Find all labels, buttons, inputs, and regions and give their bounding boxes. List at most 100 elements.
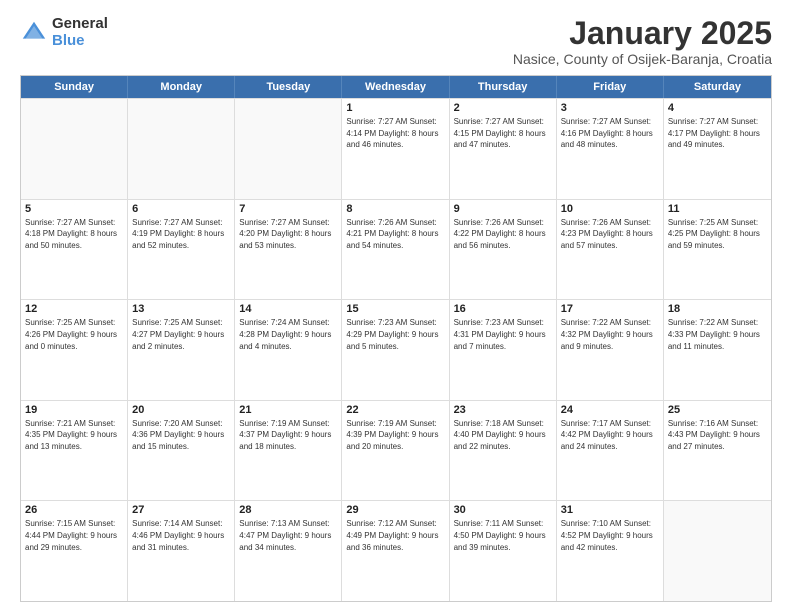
calendar-cell (235, 99, 342, 199)
calendar-cell: 5 Sunrise: 7:27 AM Sunset: 4:18 PM Daylig… (21, 200, 128, 300)
day-number: 25 (668, 404, 767, 416)
day-number: 9 (454, 203, 552, 215)
calendar-cell: 28Sunrise: 7:13 AM Sunset: 4:47 PM Dayli… (235, 501, 342, 601)
calendar-cell: 18 Sunrise: 7:22 AM Sunset: 4:33 PM Dayli… (664, 300, 771, 400)
header-day-thursday: Thursday (450, 76, 557, 98)
calendar-cell: 4 Sunrise: 7:27 AM Sunset: 4:17 PM Daylig… (664, 99, 771, 199)
calendar-cell: 20Sunrise: 7:20 AM Sunset: 4:36 PM Dayli… (128, 401, 235, 501)
day-info: Sunrise: 7:24 AM Sunset: 4:28 PM Dayligh… (239, 317, 337, 352)
day-info: Sunrise: 7:27 AM Sunset: 4:18 PM Dayligh… (25, 217, 123, 252)
day-info: Sunrise: 7:11 AM Sunset: 4:50 PM Dayligh… (454, 518, 552, 553)
calendar-cell: 27 Sunrise: 7:14 AM Sunset: 4:46 PM Dayli… (128, 501, 235, 601)
calendar-cell: 16 Sunrise: 7:23 AM Sunset: 4:31 PM Dayli… (450, 300, 557, 400)
day-info: Sunrise: 7:27 AM Sunset: 4:20 PM Dayligh… (239, 217, 337, 252)
day-info: Sunrise: 7:19 AM Sunset: 4:39 PM Dayligh… (346, 418, 444, 453)
calendar-cell (128, 99, 235, 199)
calendar-cell: 3Sunrise: 7:27 AM Sunset: 4:16 PM Daylig… (557, 99, 664, 199)
calendar-cell: 22Sunrise: 7:19 AM Sunset: 4:39 PM Dayli… (342, 401, 449, 501)
header-day-tuesday: Tuesday (235, 76, 342, 98)
day-number: 10 (561, 203, 659, 215)
day-number: 5 (25, 203, 123, 215)
header-day-monday: Monday (128, 76, 235, 98)
day-number: 21 (239, 404, 337, 416)
logo-text: General Blue (52, 16, 108, 49)
day-info: Sunrise: 7:13 AM Sunset: 4:47 PM Dayligh… (239, 518, 337, 553)
title-block: January 2025 Nasice, County of Osijek-Ba… (513, 16, 772, 67)
calendar-header-row: SundayMondayTuesdayWednesdayThursdayFrid… (21, 76, 771, 98)
calendar-cell: 11 Sunrise: 7:25 AM Sunset: 4:25 PM Dayli… (664, 200, 771, 300)
page: General Blue January 2025 Nasice, County… (0, 0, 792, 612)
day-number: 29 (346, 504, 444, 516)
day-number: 31 (561, 504, 659, 516)
day-number: 17 (561, 303, 659, 315)
calendar-cell: 24 Sunrise: 7:17 AM Sunset: 4:42 PM Dayli… (557, 401, 664, 501)
calendar-cell: 1 Sunrise: 7:27 AM Sunset: 4:14 PM Daylig… (342, 99, 449, 199)
logo-general: General (52, 16, 108, 33)
day-number: 15 (346, 303, 444, 315)
day-info: Sunrise: 7:14 AM Sunset: 4:46 PM Dayligh… (132, 518, 230, 553)
day-info: Sunrise: 7:27 AM Sunset: 4:19 PM Dayligh… (132, 217, 230, 252)
calendar-cell: 19Sunrise: 7:21 AM Sunset: 4:35 PM Dayli… (21, 401, 128, 501)
subtitle: Nasice, County of Osijek-Baranja, Croati… (513, 51, 772, 67)
day-info: Sunrise: 7:12 AM Sunset: 4:49 PM Dayligh… (346, 518, 444, 553)
day-info: Sunrise: 7:18 AM Sunset: 4:40 PM Dayligh… (454, 418, 552, 453)
day-info: Sunrise: 7:22 AM Sunset: 4:33 PM Dayligh… (668, 317, 767, 352)
day-info: Sunrise: 7:19 AM Sunset: 4:37 PM Dayligh… (239, 418, 337, 453)
calendar-week-5: 26Sunrise: 7:15 AM Sunset: 4:44 PM Dayli… (21, 500, 771, 601)
day-info: Sunrise: 7:16 AM Sunset: 4:43 PM Dayligh… (668, 418, 767, 453)
day-info: Sunrise: 7:26 AM Sunset: 4:22 PM Dayligh… (454, 217, 552, 252)
day-number: 13 (132, 303, 230, 315)
calendar-cell: 12 Sunrise: 7:25 AM Sunset: 4:26 PM Dayli… (21, 300, 128, 400)
day-number: 4 (668, 102, 767, 114)
day-info: Sunrise: 7:27 AM Sunset: 4:16 PM Dayligh… (561, 116, 659, 151)
calendar-body: 1 Sunrise: 7:27 AM Sunset: 4:14 PM Daylig… (21, 98, 771, 601)
day-number: 24 (561, 404, 659, 416)
day-info: Sunrise: 7:22 AM Sunset: 4:32 PM Dayligh… (561, 317, 659, 352)
day-info: Sunrise: 7:20 AM Sunset: 4:36 PM Dayligh… (132, 418, 230, 453)
calendar-cell: 14Sunrise: 7:24 AM Sunset: 4:28 PM Dayli… (235, 300, 342, 400)
day-number: 7 (239, 203, 337, 215)
calendar-cell: 2 Sunrise: 7:27 AM Sunset: 4:15 PM Daylig… (450, 99, 557, 199)
header-day-friday: Friday (557, 76, 664, 98)
calendar-week-3: 12 Sunrise: 7:25 AM Sunset: 4:26 PM Dayli… (21, 299, 771, 400)
day-number: 2 (454, 102, 552, 114)
calendar-cell: 7 Sunrise: 7:27 AM Sunset: 4:20 PM Daylig… (235, 200, 342, 300)
day-info: Sunrise: 7:21 AM Sunset: 4:35 PM Dayligh… (25, 418, 123, 453)
day-info: Sunrise: 7:23 AM Sunset: 4:31 PM Dayligh… (454, 317, 552, 352)
day-info: Sunrise: 7:10 AM Sunset: 4:52 PM Dayligh… (561, 518, 659, 553)
day-info: Sunrise: 7:17 AM Sunset: 4:42 PM Dayligh… (561, 418, 659, 453)
calendar-cell: 26Sunrise: 7:15 AM Sunset: 4:44 PM Dayli… (21, 501, 128, 601)
day-info: Sunrise: 7:27 AM Sunset: 4:17 PM Dayligh… (668, 116, 767, 151)
header-day-saturday: Saturday (664, 76, 771, 98)
day-number: 18 (668, 303, 767, 315)
day-info: Sunrise: 7:27 AM Sunset: 4:14 PM Dayligh… (346, 116, 444, 151)
day-info: Sunrise: 7:25 AM Sunset: 4:27 PM Dayligh… (132, 317, 230, 352)
day-number: 16 (454, 303, 552, 315)
day-number: 27 (132, 504, 230, 516)
day-number: 11 (668, 203, 767, 215)
day-number: 1 (346, 102, 444, 114)
day-info: Sunrise: 7:25 AM Sunset: 4:26 PM Dayligh… (25, 317, 123, 352)
calendar-cell: 6Sunrise: 7:27 AM Sunset: 4:19 PM Daylig… (128, 200, 235, 300)
day-info: Sunrise: 7:25 AM Sunset: 4:25 PM Dayligh… (668, 217, 767, 252)
day-info: Sunrise: 7:26 AM Sunset: 4:23 PM Dayligh… (561, 217, 659, 252)
header-day-sunday: Sunday (21, 76, 128, 98)
header: General Blue January 2025 Nasice, County… (20, 16, 772, 67)
calendar-week-1: 1 Sunrise: 7:27 AM Sunset: 4:14 PM Daylig… (21, 98, 771, 199)
day-number: 12 (25, 303, 123, 315)
logo: General Blue (20, 16, 108, 49)
day-number: 23 (454, 404, 552, 416)
calendar-cell: 29 Sunrise: 7:12 AM Sunset: 4:49 PM Dayli… (342, 501, 449, 601)
day-info: Sunrise: 7:26 AM Sunset: 4:21 PM Dayligh… (346, 217, 444, 252)
calendar-week-2: 5 Sunrise: 7:27 AM Sunset: 4:18 PM Daylig… (21, 199, 771, 300)
day-number: 26 (25, 504, 123, 516)
calendar: SundayMondayTuesdayWednesdayThursdayFrid… (20, 75, 772, 602)
day-info: Sunrise: 7:23 AM Sunset: 4:29 PM Dayligh… (346, 317, 444, 352)
day-info: Sunrise: 7:27 AM Sunset: 4:15 PM Dayligh… (454, 116, 552, 151)
calendar-week-4: 19Sunrise: 7:21 AM Sunset: 4:35 PM Dayli… (21, 400, 771, 501)
calendar-cell: 13 Sunrise: 7:25 AM Sunset: 4:27 PM Dayli… (128, 300, 235, 400)
calendar-cell: 23 Sunrise: 7:18 AM Sunset: 4:40 PM Dayli… (450, 401, 557, 501)
day-number: 30 (454, 504, 552, 516)
calendar-cell: 8Sunrise: 7:26 AM Sunset: 4:21 PM Daylig… (342, 200, 449, 300)
calendar-cell (664, 501, 771, 601)
